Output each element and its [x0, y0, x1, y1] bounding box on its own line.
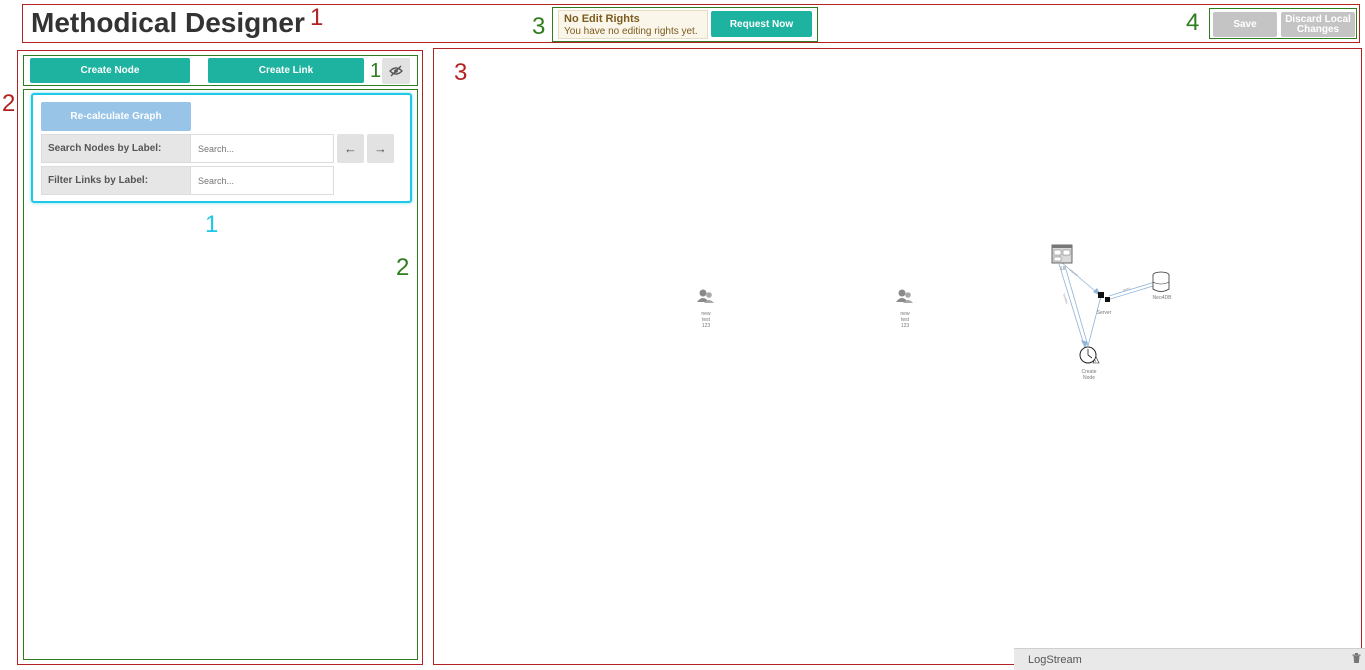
edge-ui-createnode-2: [1064, 265, 1089, 347]
app-title: Methodical Designer: [31, 7, 305, 38]
node-label-line: 123: [900, 323, 910, 329]
edge-ui-createnode: [1058, 263, 1086, 349]
annotation-label: 1: [310, 4, 324, 31]
node-label: Create Node: [1074, 369, 1104, 381]
eye-off-icon[interactable]: [382, 58, 410, 84]
no-edit-rights-notice: No Edit Rights You have no editing right…: [558, 10, 708, 39]
search-nodes-label: Search Nodes by Label:: [41, 134, 191, 163]
node-label: UI: [1060, 266, 1066, 272]
node-label: new test 123: [890, 311, 920, 329]
clock-warning-icon[interactable]: !: [1079, 346, 1100, 364]
next-result-button[interactable]: →: [367, 134, 394, 163]
create-link-button[interactable]: Create Link: [208, 58, 364, 83]
filter-links-label: Filter Links by Label:: [41, 166, 191, 195]
annotation-label: 1: [205, 211, 219, 238]
recalculate-graph-button[interactable]: Re-calculate Graph: [41, 102, 191, 131]
trash-icon[interactable]: [1352, 653, 1361, 666]
annotation-label: 3: [532, 13, 546, 40]
graph-edges: [1058, 261, 1156, 349]
graph-svg[interactable]: request handles query !: [433, 48, 1362, 648]
node-label: new test 123: [691, 311, 721, 329]
edge-server-createnode: [1087, 295, 1102, 347]
svg-text:!: !: [1095, 358, 1096, 363]
filter-links-input[interactable]: [190, 166, 334, 195]
edge-server-db-2: [1108, 281, 1156, 297]
save-button[interactable]: Save: [1213, 12, 1277, 37]
annotation-label: 1: [370, 60, 382, 82]
search-nodes-input[interactable]: [190, 134, 334, 163]
logstream-label: LogStream: [1028, 653, 1082, 666]
users-icon[interactable]: [896, 289, 913, 304]
window-icon[interactable]: [1051, 244, 1073, 264]
database-icon[interactable]: [1152, 271, 1170, 292]
notice-title: No Edit Rights: [564, 13, 640, 25]
node-label: Server: [1096, 310, 1112, 316]
node-label-line: Node: [1083, 375, 1095, 381]
discard-changes-button[interactable]: Discard Local Changes: [1281, 12, 1355, 37]
annotation-label: 4: [1186, 9, 1200, 36]
node-label-line: 123: [701, 323, 711, 329]
request-now-button[interactable]: Request Now: [711, 11, 812, 37]
notice-text: You have no editing rights yet.: [564, 26, 698, 37]
edge-labels: request handles query: [1062, 268, 1131, 305]
create-node-button[interactable]: Create Node: [30, 58, 190, 83]
annotation-label: 2: [396, 254, 410, 281]
prev-result-button[interactable]: ←: [337, 134, 364, 163]
logstream-panel[interactable]: LogStream: [1014, 648, 1365, 670]
node-label: Neo4DB: [1152, 295, 1172, 301]
users-icon[interactable]: [697, 289, 714, 304]
annotation-label: 2: [2, 90, 16, 117]
